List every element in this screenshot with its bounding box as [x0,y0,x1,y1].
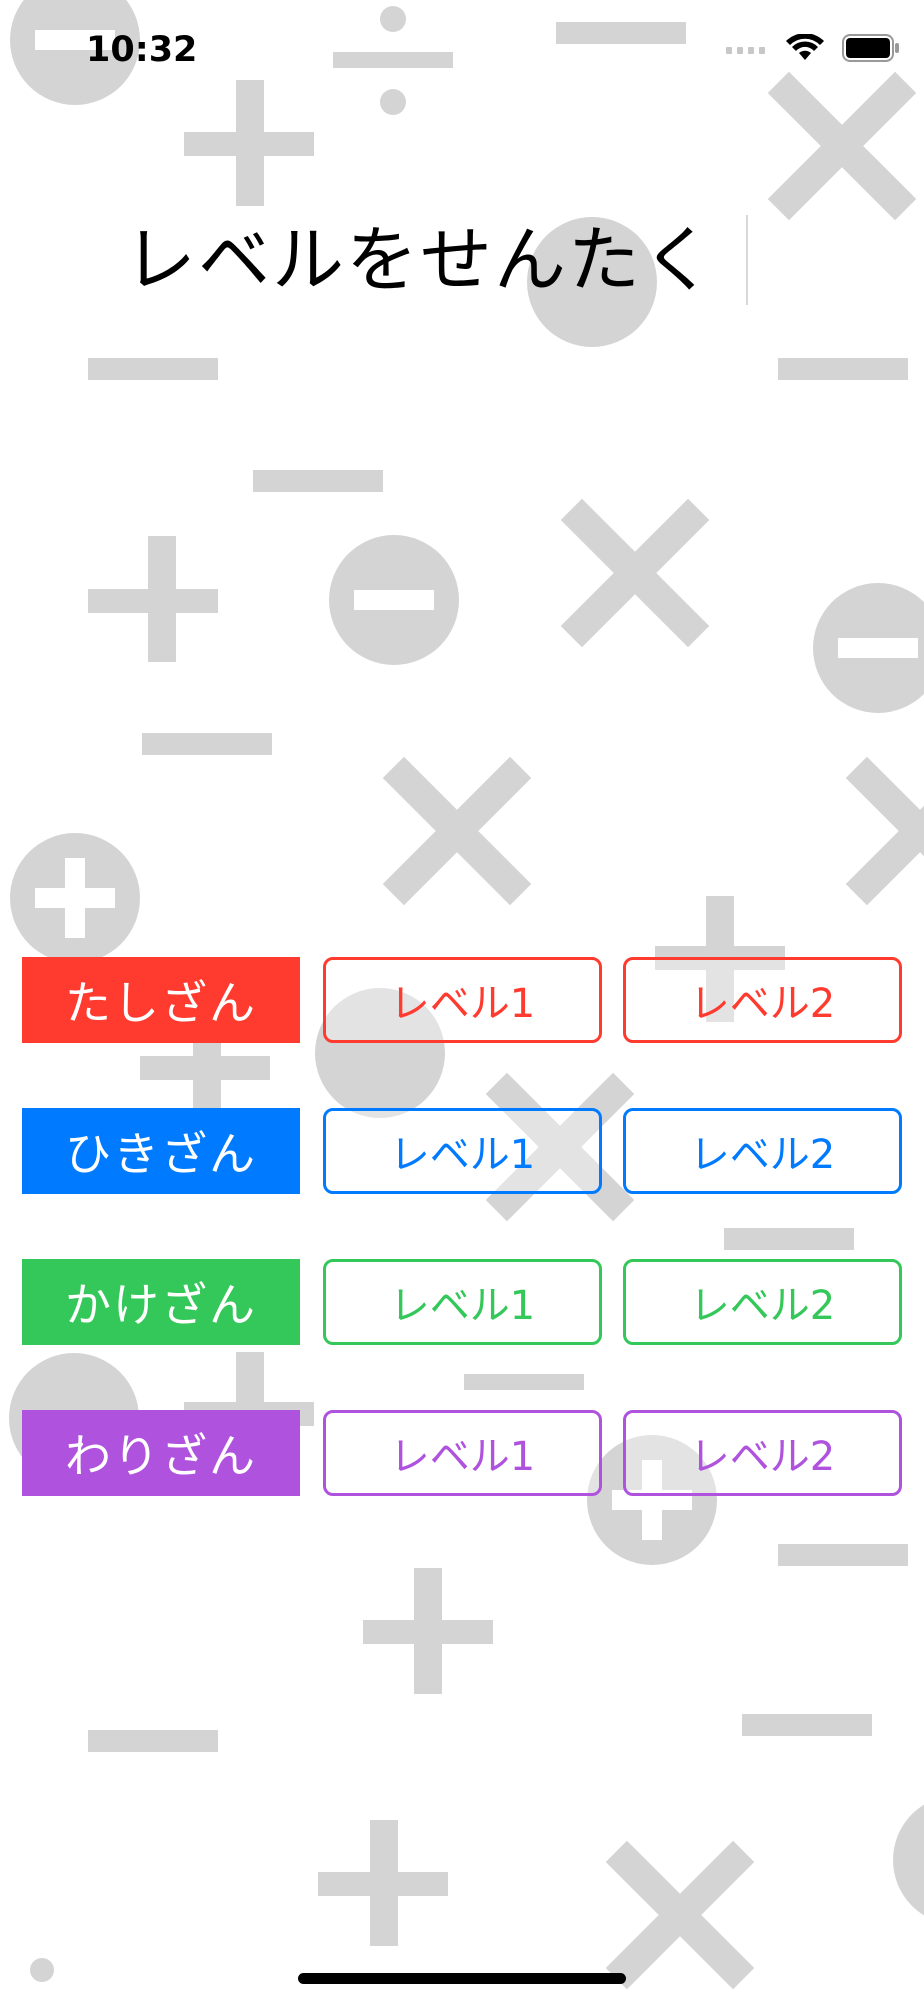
operation-row-addition: たしざん レベル1 レベル2 [22,957,902,1043]
multiplication-level2-button[interactable]: レベル2 [623,1259,902,1345]
plus-icon [88,536,218,662]
minus-icon [88,1730,218,1752]
minus-icon [778,1544,908,1566]
page-title: レベルをせんたく [124,218,717,302]
minus-icon [724,1228,854,1250]
battery-icon [842,34,899,62]
plus-icon [363,1568,493,1694]
circle-minus-icon [329,535,459,665]
minus-icon [742,1714,872,1736]
minus-icon [142,733,272,755]
operation-label-addition: たしざん [22,957,300,1043]
operation-label-division: わりざん [22,1410,300,1496]
minus-icon [778,358,908,380]
circle-minus-icon [893,1804,924,1916]
subtraction-level1-button[interactable]: レベル1 [323,1108,602,1194]
operation-row-division: わりざん レベル1 レベル2 [22,1410,902,1496]
title-area: レベルをせんたく [124,215,749,305]
status-bar: 10:32 [0,0,924,100]
dot-icon [30,1958,54,1982]
operation-label-multiplication: かけざん [22,1259,300,1345]
circle-minus-icon [813,583,924,713]
subtraction-level2-button[interactable]: レベル2 [623,1108,902,1194]
plus-icon [318,1820,448,1946]
minus-icon [253,470,383,492]
wifi-icon [786,34,824,60]
cellular-signal-icon [726,47,765,54]
times-icon [605,1840,755,1990]
minus-icon [464,1374,584,1390]
times-icon [560,498,710,648]
minus-icon [88,358,218,380]
division-level1-button[interactable]: レベル1 [323,1410,602,1496]
addition-level1-button[interactable]: レベル1 [323,957,602,1043]
addition-level2-button[interactable]: レベル2 [623,957,902,1043]
times-icon [845,756,924,906]
division-level2-button[interactable]: レベル2 [623,1410,902,1496]
status-icons [726,34,900,62]
status-time: 10:32 [86,30,198,70]
operation-row-multiplication: かけざん レベル1 レベル2 [22,1259,902,1345]
times-icon [382,756,532,906]
operation-label-subtraction: ひきざん [22,1108,300,1194]
title-separator [746,215,749,305]
home-indicator[interactable] [298,1973,626,1984]
circle-plus-icon [10,833,140,963]
operation-row-subtraction: ひきざん レベル1 レベル2 [22,1108,902,1194]
multiplication-level1-button[interactable]: レベル1 [323,1259,602,1345]
